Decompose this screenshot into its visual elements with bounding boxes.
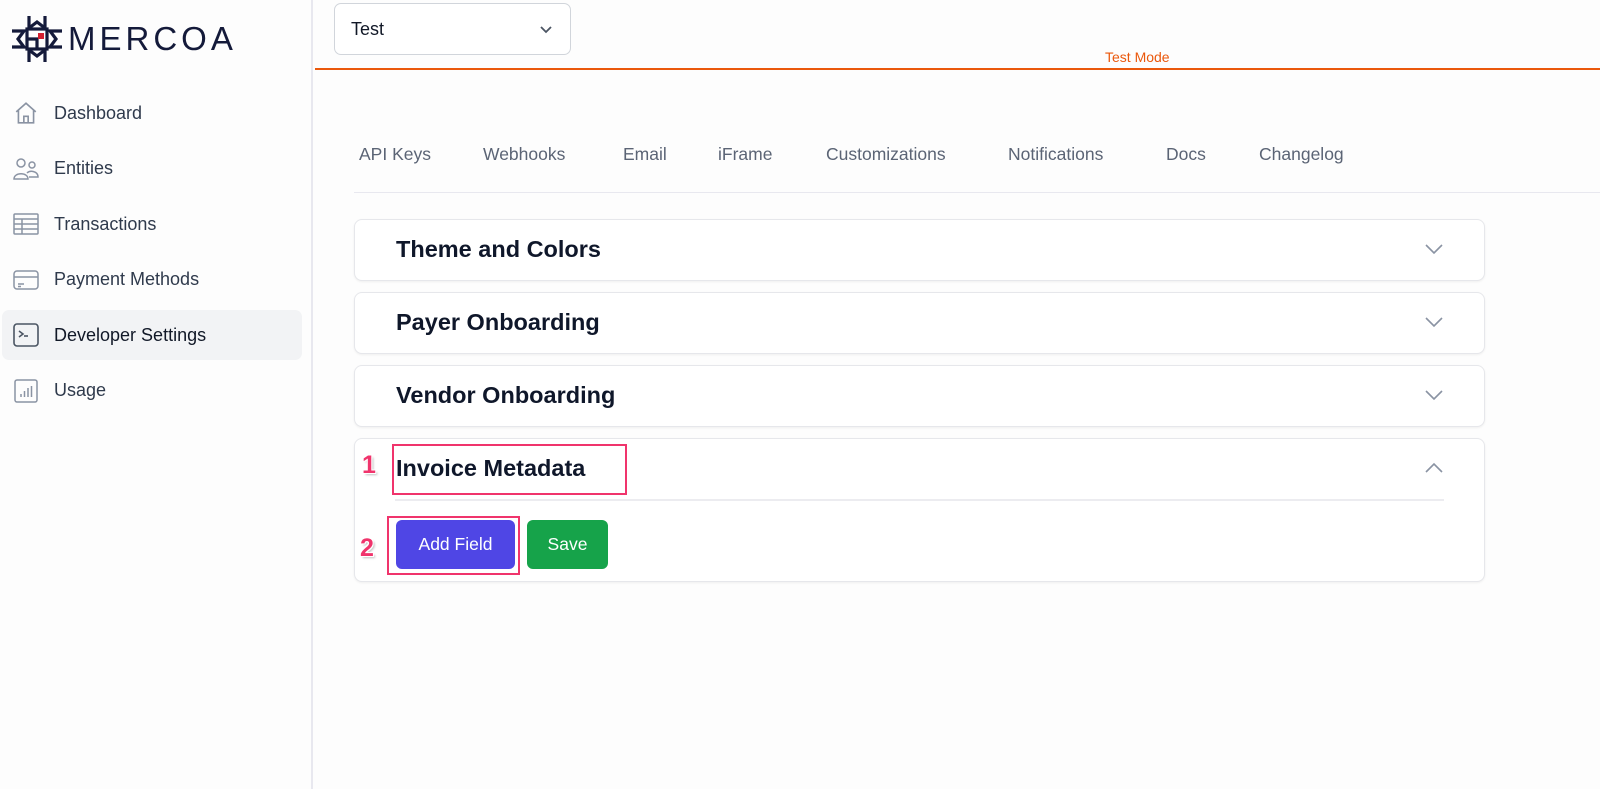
- test-mode-label: Test Mode: [1105, 49, 1170, 65]
- tab-changelog[interactable]: Changelog: [1259, 144, 1344, 165]
- tab-api-keys[interactable]: API Keys: [359, 144, 431, 165]
- chevron-down-icon: [538, 21, 554, 42]
- section-invoice-metadata: Invoice Metadata Add Field Save: [354, 438, 1485, 582]
- tab-webhooks[interactable]: Webhooks: [483, 144, 565, 165]
- add-field-button[interactable]: Add Field: [396, 520, 515, 569]
- chevron-up-icon[interactable]: [1424, 461, 1444, 480]
- section-vendor-onboarding[interactable]: Vendor Onboarding: [354, 365, 1485, 427]
- developer-settings-tabs: API Keys Webhooks Email iFrame Customiza…: [354, 130, 1600, 193]
- sidebar: MERCOA Dashboard Entities Transactions P…: [0, 0, 313, 789]
- sidebar-item-transactions[interactable]: Transactions: [2, 199, 302, 249]
- brand-name: MERCOA: [68, 20, 237, 57]
- sidebar-item-label: Payment Methods: [54, 269, 200, 289]
- sidebar-nav: Dashboard Entities Transactions Payment …: [2, 88, 302, 421]
- sidebar-item-payment-methods[interactable]: Payment Methods: [2, 255, 302, 305]
- environment-select-value: Test: [351, 18, 385, 39]
- credit-card-icon: [12, 266, 40, 294]
- tab-iframe[interactable]: iFrame: [718, 144, 772, 165]
- table-icon: [12, 210, 40, 238]
- sidebar-item-label: Developer Settings: [54, 324, 207, 345]
- section-title: Payer Onboarding: [396, 309, 600, 335]
- tab-docs[interactable]: Docs: [1166, 144, 1206, 165]
- section-payer-onboarding[interactable]: Payer Onboarding: [354, 292, 1485, 354]
- environment-select[interactable]: Test: [334, 3, 571, 55]
- section-title: Vendor Onboarding: [396, 382, 616, 408]
- section-title[interactable]: Invoice Metadata: [396, 455, 585, 482]
- sidebar-item-label: Entities: [54, 158, 114, 178]
- terminal-icon: [12, 321, 40, 349]
- sidebar-item-label: Usage: [54, 380, 107, 400]
- top-bar: Test Test Mode: [315, 0, 1600, 70]
- sidebar-item-usage[interactable]: Usage: [2, 366, 302, 416]
- tab-customizations[interactable]: Customizations: [826, 144, 946, 165]
- home-icon: [12, 99, 40, 127]
- section-divider: [395, 499, 1444, 501]
- mercoa-logo-icon: [12, 16, 62, 62]
- chevron-down-icon[interactable]: [1424, 388, 1444, 407]
- sidebar-item-entities[interactable]: Entities: [2, 144, 302, 194]
- section-title: Theme and Colors: [396, 236, 602, 262]
- bar-chart-icon: [12, 377, 40, 405]
- annotation-number-1: 1: [362, 451, 376, 479]
- section-theme-and-colors[interactable]: Theme and Colors: [354, 219, 1485, 281]
- mercoa-logo[interactable]: MERCOA: [10, 14, 237, 64]
- users-icon: [12, 155, 40, 183]
- annotation-number-2: 2: [360, 534, 374, 562]
- chevron-down-icon[interactable]: [1424, 315, 1444, 334]
- save-button[interactable]: Save: [527, 520, 608, 569]
- tab-email[interactable]: Email: [623, 144, 667, 165]
- sidebar-item-developer-settings[interactable]: Developer Settings: [2, 310, 302, 360]
- sidebar-item-dashboard[interactable]: Dashboard: [2, 88, 302, 138]
- chevron-down-icon[interactable]: [1424, 242, 1444, 261]
- sidebar-item-label: Dashboard: [54, 102, 143, 123]
- sidebar-item-label: Transactions: [54, 213, 157, 234]
- tab-notifications[interactable]: Notifications: [1008, 144, 1103, 165]
